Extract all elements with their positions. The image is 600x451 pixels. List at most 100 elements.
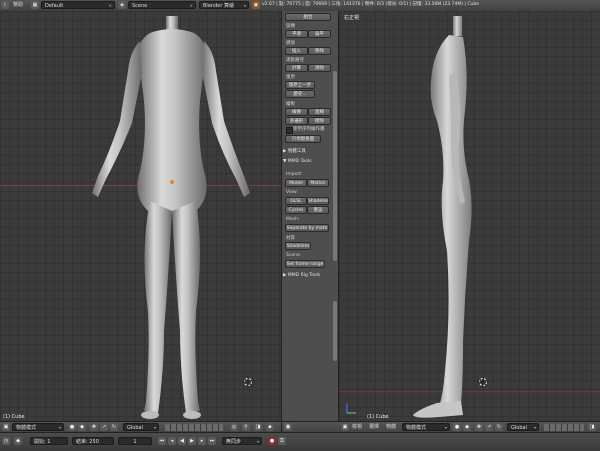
import-label: Import: xyxy=(286,172,303,177)
scene-value: Scene xyxy=(132,3,148,9)
3d-viewport-right[interactable]: 右正視 (1) Cube ▣ 檢視 選擇 物體 物體模式 ▾ ● ◆ ✥ ↗ ↻… xyxy=(339,11,600,432)
rotate-icon[interactable]: ↻ xyxy=(495,423,503,431)
help-menu[interactable]: 幫助 xyxy=(13,1,23,9)
timeline-editor-icon[interactable]: ◷ xyxy=(2,437,10,445)
render-preview-icon[interactable]: ◨ xyxy=(588,423,596,431)
screen-layout-select[interactable]: Default ✕ xyxy=(41,1,115,9)
panel-scrollbar[interactable] xyxy=(333,71,337,261)
manipulator-icon[interactable]: ✥ xyxy=(475,423,483,431)
import-motion-button[interactable]: Motion xyxy=(307,179,329,187)
chevron-down-icon: ▾ xyxy=(58,425,61,430)
line-button[interactable]: 直線 xyxy=(308,108,331,116)
object-mode-select[interactable]: 物體模式 ▾ xyxy=(12,423,64,431)
next-keyframe-icon[interactable]: ▸ xyxy=(198,437,206,445)
only-3d-button[interactable]: 只地窗角面 xyxy=(285,135,321,143)
translate-icon[interactable]: ↗ xyxy=(485,423,493,431)
tool-shelf-panel: 組合 旋轉 平滑 扁平 鍵值 插入 移除 運動路徑 計算 清除 復原 復原上一步… xyxy=(281,11,340,433)
shadeless-material-button[interactable]: Shadeless xyxy=(285,242,311,250)
sync-mode-select[interactable]: 無同步 ▾ xyxy=(222,437,262,445)
close-icon[interactable]: ✕ xyxy=(109,2,112,8)
current-frame-value: 1 xyxy=(133,439,137,445)
rotate-icon[interactable]: ↻ xyxy=(110,423,118,431)
end-frame-field[interactable]: 結束: 250 xyxy=(72,437,114,445)
erase-button[interactable]: 擦除 xyxy=(308,117,331,125)
poly-button[interactable]: 多邊形 xyxy=(285,117,308,125)
3d-viewport-front[interactable]: (1) Cube ▣ 物體模式 ▾ ● ◆ ✥ ↗ ↻ Global ▾ ◎ ⚲… xyxy=(0,11,281,432)
viewport-object-label: (1) Cube xyxy=(3,414,25,420)
editor-type-icon[interactable]: ▣ xyxy=(284,423,292,431)
object-mode-value: 物體模式 xyxy=(406,425,427,431)
chevron-down-icon: ▾ xyxy=(444,425,447,430)
join-button[interactable]: 組合 xyxy=(285,13,331,21)
start-frame-field[interactable]: 開始: 1 xyxy=(30,437,68,445)
undo-button[interactable]: 復原上一步 xyxy=(285,81,315,89)
pivot-icon[interactable]: ◆ xyxy=(78,423,86,431)
orientation-value: Global xyxy=(127,425,143,431)
model-front-view[interactable] xyxy=(0,11,281,432)
orientation-select[interactable]: Global ▾ xyxy=(507,423,539,431)
object-mode-select[interactable]: 物體模式 ▾ xyxy=(402,423,450,431)
layer-buttons[interactable] xyxy=(544,424,584,431)
mmd-tools-header[interactable]: ▼ MMD Tools xyxy=(283,159,330,164)
keyframe-icon[interactable]: ◆ xyxy=(14,437,22,445)
mesh-label: Mesh: xyxy=(286,217,300,222)
panel-scrollbar-lower[interactable] xyxy=(333,301,337,361)
render-engine-select[interactable]: Blender 算繪 ▾ xyxy=(199,1,249,9)
prev-keyframe-icon[interactable]: ◂ xyxy=(168,437,176,445)
view3d-editor-icon[interactable]: ▣ xyxy=(2,423,10,431)
manipulator-icon[interactable]: ✥ xyxy=(90,423,98,431)
current-frame-field[interactable]: 1 xyxy=(118,437,152,445)
view3d-editor-icon[interactable]: ▣ xyxy=(341,423,349,431)
record-icon[interactable]: ● xyxy=(268,437,276,445)
remove-key-button[interactable]: 移除 xyxy=(308,47,331,55)
3d-cursor-icon xyxy=(242,376,254,388)
mmd-rig-tools-header[interactable]: ▶ MMD Rig Tools xyxy=(283,273,330,278)
orientation-select[interactable]: Global ▾ xyxy=(123,423,159,431)
shading-icon[interactable]: ● xyxy=(68,423,76,431)
reset-view-button[interactable]: 重設 xyxy=(307,206,329,214)
snap-icon[interactable]: ⚲ xyxy=(242,423,250,431)
keying-set-icon[interactable]: ⚿ xyxy=(278,437,286,445)
model-side-view[interactable] xyxy=(339,11,600,432)
smooth-button[interactable]: 平滑 xyxy=(285,30,308,38)
import-model-button[interactable]: Model xyxy=(285,179,307,187)
play-reverse-icon[interactable]: ◀ xyxy=(178,437,186,445)
scene-select[interactable]: Scene ✕ xyxy=(128,1,196,9)
jump-end-icon[interactable]: ⏭ xyxy=(208,437,216,445)
view-menu[interactable]: 檢視 xyxy=(352,423,362,431)
right-leg-shape xyxy=(172,201,200,413)
close-icon[interactable]: ✕ xyxy=(190,2,193,8)
pivot-icon[interactable]: ◆ xyxy=(463,423,471,431)
physics-tools-label: 物體工具 xyxy=(287,149,306,154)
glsl-button[interactable]: GLSL xyxy=(285,197,307,205)
use-sequence-checkbox[interactable] xyxy=(286,127,293,134)
play-icon[interactable]: ▶ xyxy=(188,437,196,445)
editor-type-icon[interactable]: i xyxy=(1,1,9,9)
chevron-down-icon: ▾ xyxy=(153,425,156,430)
camera-icon[interactable]: ▪ xyxy=(266,423,274,431)
flat-button[interactable]: 扁平 xyxy=(308,30,331,38)
set-frame-range-button[interactable]: Set frame range xyxy=(285,260,325,268)
timeline-header: ◷ ◆ 開始: 1 結束: 250 1 ⏮ ◂ ◀ ▶ ▸ ⏭ 無同步 ▾ ● … xyxy=(0,432,600,451)
chevron-down-icon: ▾ xyxy=(533,425,536,430)
calculate-path-button[interactable]: 計算 xyxy=(285,64,308,72)
render-preview-icon[interactable]: ◨ xyxy=(254,423,262,431)
physics-tools-header[interactable]: ▶ 物體工具 xyxy=(283,148,330,154)
3d-cursor-icon xyxy=(477,376,489,388)
jump-start-icon[interactable]: ⏮ xyxy=(158,437,166,445)
right-foot-shape xyxy=(183,411,201,419)
proportional-edit-icon[interactable]: ◎ xyxy=(230,423,238,431)
undo-history-button[interactable]: 歷史... xyxy=(285,90,315,98)
separate-by-material-button[interactable]: Separate by mate xyxy=(285,224,329,232)
shadeless-view-button[interactable]: Shadeles xyxy=(307,197,329,205)
object-menu[interactable]: 物體 xyxy=(386,423,396,431)
cycles-button[interactable]: Cycles xyxy=(285,206,307,214)
insert-key-button[interactable]: 插入 xyxy=(285,47,308,55)
left-arm-shape xyxy=(92,41,142,197)
select-menu[interactable]: 選擇 xyxy=(369,423,379,431)
draw-button[interactable]: 線條 xyxy=(285,108,308,116)
shading-icon[interactable]: ● xyxy=(453,423,461,431)
clear-path-button[interactable]: 清除 xyxy=(308,64,331,72)
translate-icon[interactable]: ↗ xyxy=(100,423,108,431)
layer-buttons[interactable] xyxy=(165,424,223,431)
